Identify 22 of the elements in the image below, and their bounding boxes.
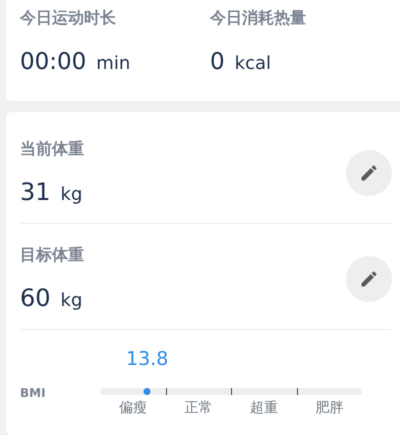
pencil-icon — [359, 162, 379, 182]
stat-value: 00:00 — [20, 49, 86, 75]
stat-value: 0 — [210, 49, 225, 75]
bmi-category: 偏瘦 — [118, 399, 148, 417]
edit-button[interactable] — [346, 256, 392, 302]
bmi-label: BMI — [20, 386, 47, 400]
weight-value: 31 — [20, 178, 51, 206]
weight-label: 当前体重 — [20, 139, 85, 160]
bmi-category: 肥胖 — [314, 399, 344, 417]
edit-button[interactable] — [346, 150, 392, 196]
weight-value: 60 — [20, 284, 51, 312]
bmi-category: 正常 — [183, 399, 214, 417]
stat-unit: min — [96, 53, 130, 74]
weight-unit: kg — [60, 290, 82, 311]
stat-label: 今日消耗热量 — [210, 8, 307, 29]
pencil-icon — [359, 268, 379, 288]
weight-label: 目标体重 — [20, 245, 85, 266]
stat-label: 今日运动时长 — [20, 8, 117, 29]
stat-unit: kcal — [234, 53, 271, 74]
bmi-value: 13.8 — [126, 348, 168, 370]
bmi-category: 超重 — [248, 399, 279, 417]
weight-unit: kg — [60, 184, 82, 205]
